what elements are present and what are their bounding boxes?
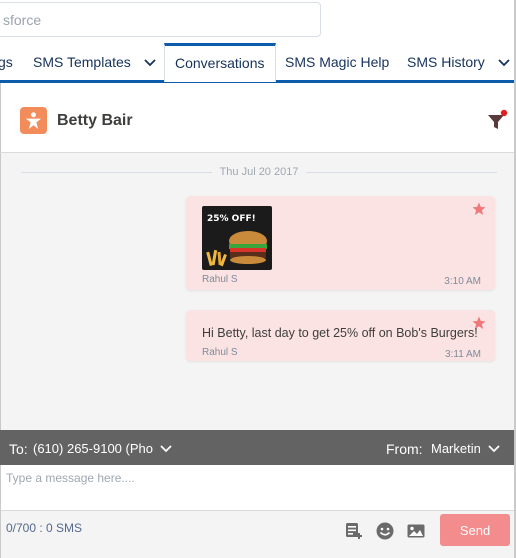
template-icon[interactable] xyxy=(344,521,364,541)
message-bubble-sms: Hi Betty, last day to get 25% off on Bob… xyxy=(186,310,495,361)
image-attach-icon[interactable] xyxy=(406,521,426,541)
tab-sms-history[interactable]: SMS History xyxy=(407,44,511,80)
burger-image[interactable]: 25% OFF! xyxy=(202,206,272,270)
search-bar xyxy=(0,0,516,44)
message-thread: Thu Jul 20 2017 25% OFF! Rahul S 3:10 AM… xyxy=(0,153,516,430)
from-label: From: xyxy=(386,441,423,457)
character-counter: 0/700 : 0 SMS xyxy=(6,521,83,535)
composer-footer: 0/700 : 0 SMS Send xyxy=(0,510,516,558)
tab-label: SMS Magic Help xyxy=(285,54,390,70)
date-separator: Thu Jul 20 2017 xyxy=(21,163,498,181)
filter-icon[interactable] xyxy=(486,109,508,133)
recipient-bar: To: (610) 265-9100 (Pho From: Marketin xyxy=(0,430,516,465)
divider xyxy=(21,171,212,173)
message-composer xyxy=(0,465,516,510)
chevron-down-icon xyxy=(488,444,500,452)
avatar xyxy=(20,107,47,134)
divider xyxy=(306,171,498,173)
message-text: Hi Betty, last day to get 25% off on Bob… xyxy=(202,326,478,340)
contact-name[interactable]: Betty Bair xyxy=(57,112,133,130)
search-box xyxy=(0,2,321,37)
tab-label: gs xyxy=(0,54,13,70)
date-label: Thu Jul 20 2017 xyxy=(219,166,299,178)
emoji-icon[interactable] xyxy=(375,521,395,541)
conversation-header: Betty Bair xyxy=(0,83,516,153)
message-time: 3:11 AM xyxy=(445,349,481,360)
chevron-down-icon[interactable] xyxy=(143,55,157,69)
chevron-down-icon[interactable] xyxy=(497,55,511,69)
contact-star-icon xyxy=(25,112,42,130)
message-sender: Rahul S xyxy=(202,347,238,358)
search-input[interactable] xyxy=(3,3,303,36)
to-label: To: xyxy=(9,441,28,457)
star-icon[interactable] xyxy=(472,202,486,216)
chevron-down-icon xyxy=(160,444,172,452)
tab-label: SMS History xyxy=(407,54,485,70)
message-bubble-mms: 25% OFF! Rahul S 3:10 AM xyxy=(186,196,495,290)
tab-bar: gs SMS Templates Conversations SMS Magic… xyxy=(0,43,516,83)
message-input[interactable] xyxy=(6,471,506,505)
tab-settings[interactable]: gs xyxy=(0,44,13,80)
tab-label: SMS Templates xyxy=(33,54,131,70)
send-button[interactable]: Send xyxy=(440,514,510,546)
tab-conversations[interactable]: Conversations xyxy=(164,43,276,82)
tab-sms-magic-help[interactable]: SMS Magic Help xyxy=(285,44,389,80)
message-time: 3:10 AM xyxy=(444,276,481,287)
to-number-value: (610) 265-9100 (Pho xyxy=(33,441,153,456)
from-sender-value: Marketin xyxy=(431,441,481,456)
from-sender-select[interactable]: Marketin xyxy=(431,441,500,456)
tab-sms-templates[interactable]: SMS Templates xyxy=(33,44,157,80)
to-number-select[interactable]: (610) 265-9100 (Pho xyxy=(33,441,172,456)
burger-icon xyxy=(206,231,267,267)
message-sender: Rahul S xyxy=(202,274,238,285)
tab-label: Conversations xyxy=(175,55,265,71)
